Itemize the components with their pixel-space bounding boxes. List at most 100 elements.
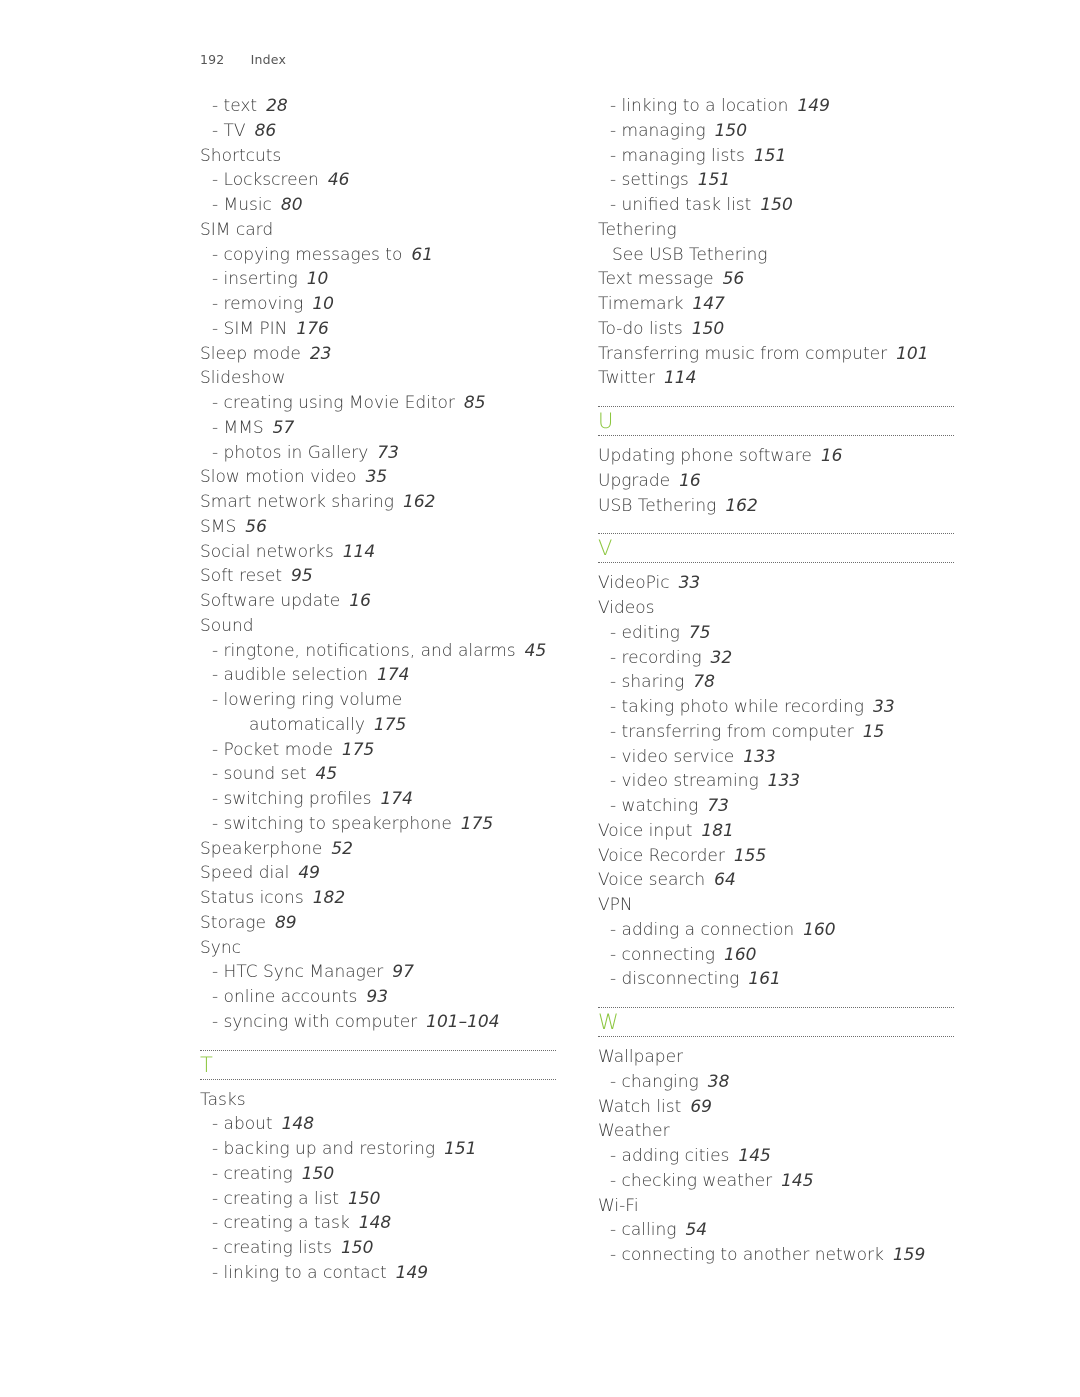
page-reference-link[interactable]: 61 [411,245,433,265]
page-reference-link[interactable]: 56 [245,517,267,537]
page-reference-link[interactable]: 10 [307,269,329,289]
entry-term: Speakerphone [200,838,323,859]
page-reference-link[interactable]: 133 [743,747,775,767]
page-reference-link[interactable]: 86 [255,121,277,141]
page-reference-link[interactable]: 150 [760,195,792,215]
page-reference-link[interactable]: 175 [461,814,493,834]
index-subentry: - disconnecting 161 [598,967,954,992]
page-reference-link[interactable]: 15 [863,722,885,742]
entry-term: - MMS [212,417,264,438]
page-reference-link[interactable]: 114 [664,368,696,388]
page-reference-link[interactable]: 89 [275,913,297,933]
page-reference-link[interactable]: 151 [444,1139,476,1159]
page-reference-link[interactable]: 64 [714,870,736,890]
index-entry: Software update 16 [200,589,556,614]
page-reference-link[interactable]: 45 [525,641,547,661]
page-reference-link[interactable]: 73 [377,443,399,463]
index-entry: Watch list 69 [598,1095,954,1120]
entry-term: - Lockscreen [212,170,319,191]
entry-term: - Music [212,195,272,215]
page-reference-link[interactable]: 149 [797,96,829,116]
page-reference-link[interactable]: 160 [803,920,835,940]
page-reference-link[interactable]: 150 [348,1189,380,1209]
entry-term: - unified task list [610,195,752,215]
page-reference-link[interactable]: 150 [715,121,747,141]
page-reference-link[interactable]: 80 [281,195,303,215]
page-reference-link[interactable]: 85 [464,393,486,413]
page-reference-link[interactable]: 150 [302,1164,334,1184]
page-reference-link[interactable]: 160 [724,945,756,965]
page-reference-link[interactable]: 33 [679,573,701,593]
page-reference-link[interactable]: 175 [342,740,374,760]
page-reference-link[interactable]: 78 [693,672,715,692]
index-entry: Tethering [598,218,954,243]
entry-term: - video streaming [610,771,759,792]
page-reference-link[interactable]: 45 [316,764,338,784]
page-reference-link[interactable]: 151 [698,170,730,190]
page-reference-link[interactable]: 151 [754,146,786,166]
entry-term: - creating a list [212,1188,339,1209]
page-reference-link[interactable]: 46 [328,170,350,190]
page-reference-link[interactable]: 32 [711,648,733,668]
index-subentry: - sharing 78 [598,670,954,695]
index-subentry: - editing 75 [598,621,954,646]
page-reference-link[interactable]: 73 [707,796,729,816]
page-reference-link[interactable]: 174 [380,789,412,809]
page-reference-link[interactable]: 150 [692,319,724,339]
page-reference-link[interactable]: 69 [690,1097,712,1117]
page-reference-link[interactable]: 175 [374,715,406,735]
page-reference-link[interactable]: 57 [273,418,295,438]
entry-term: - connecting to another network [610,1245,884,1265]
page-reference-link[interactable]: 114 [343,542,375,562]
index-subentry: - online accounts 93 [200,985,556,1010]
page-reference-link[interactable]: 28 [266,96,288,116]
page-reference-link[interactable]: 101–104 [426,1012,499,1032]
index-entry: Sound [200,614,556,639]
page-reference-link[interactable]: 101 [896,344,928,364]
page-reference-link[interactable]: 10 [312,294,334,314]
page-reference-link[interactable]: 49 [298,863,320,883]
page-reference-link[interactable]: 133 [768,771,800,791]
entry-term: Wallpaper [598,1047,684,1067]
page-reference-link[interactable]: 148 [282,1114,314,1134]
page-reference-link[interactable]: 176 [296,319,328,339]
page-reference-link[interactable]: 182 [313,888,345,908]
page-reference-link[interactable]: 52 [331,839,353,859]
entry-term: VideoPic [598,573,670,594]
page-reference-link[interactable]: 181 [701,821,733,841]
entry-term: Sound [200,615,254,636]
page-reference-link[interactable]: 93 [366,987,388,1007]
page-reference-link[interactable]: 155 [734,846,766,866]
page-reference-link[interactable]: 147 [692,294,724,314]
page-reference-link[interactable]: 75 [689,623,711,643]
page-reference-link[interactable]: 56 [723,269,745,289]
page-reference-link[interactable]: 148 [359,1213,391,1233]
page-reference-link[interactable]: 38 [708,1072,730,1092]
index-entry: Timemark 147 [598,292,954,317]
entry-term: Slow motion video [200,467,357,488]
page-reference-link[interactable]: 16 [349,591,371,611]
page-reference-link[interactable]: 97 [392,962,414,982]
index-subentry: - unified task list 150 [598,193,954,218]
page-reference-link[interactable]: 162 [725,496,757,516]
page-reference-link[interactable]: 149 [396,1263,428,1283]
page-reference-link[interactable]: 145 [738,1146,770,1166]
page-reference-link[interactable]: 161 [748,969,780,989]
entry-term: - checking weather [610,1170,773,1191]
page-reference-link[interactable]: 162 [403,492,435,512]
page-reference-link[interactable]: 35 [366,467,388,487]
letter-section-header: W [598,1007,954,1037]
page-reference-link[interactable]: 150 [341,1238,373,1258]
page-reference-link[interactable]: 174 [377,665,409,685]
page-reference-link[interactable]: 95 [291,566,313,586]
page-reference-link[interactable]: 145 [781,1171,813,1191]
entry-term: Voice Recorder [598,845,725,866]
page-reference-link[interactable]: 33 [873,697,895,717]
page-reference-link[interactable]: 16 [821,446,843,466]
index-entry: Videos [598,596,954,621]
page-reference-link[interactable]: 23 [310,344,332,364]
page-reference-link[interactable]: 159 [893,1245,925,1265]
page-reference-link[interactable]: 16 [679,471,701,491]
index-subentry: - calling 54 [598,1218,954,1243]
page-reference-link[interactable]: 54 [685,1220,707,1240]
